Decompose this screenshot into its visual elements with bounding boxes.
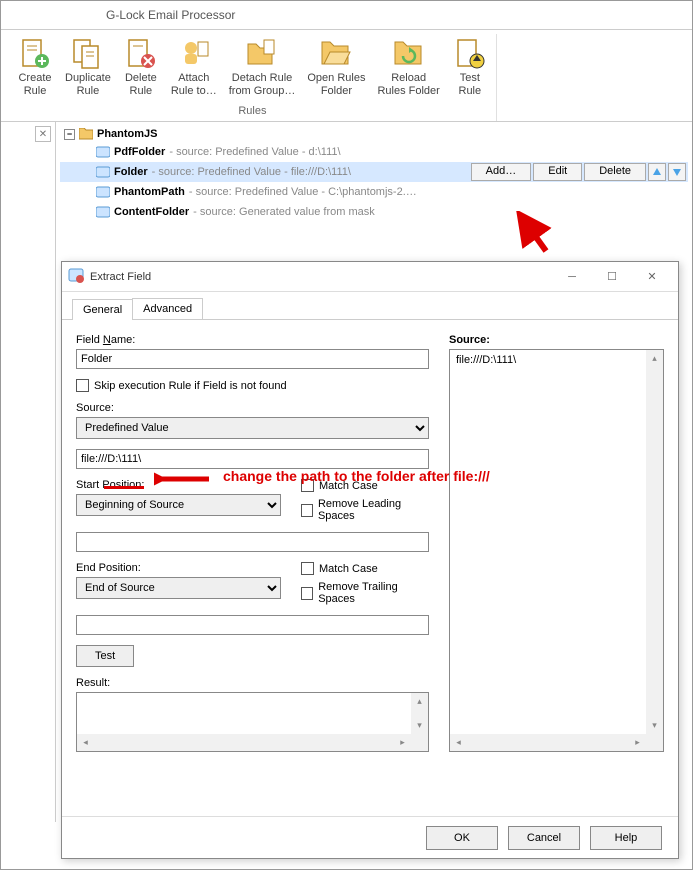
- dialog-right-column: Source: file:///D:\111\ ▴▾ ◂▸: [449, 334, 664, 752]
- end-position-label: End Position:: [76, 562, 281, 574]
- field-icon: [96, 146, 110, 158]
- tree-item-folder[interactable]: Folder - source: Predefined Value - file…: [60, 162, 688, 182]
- tree-item-pdffolder[interactable]: PdfFolder - source: Predefined Value - d…: [60, 142, 688, 162]
- left-panel: ✕: [1, 122, 56, 822]
- end-position-input[interactable]: [76, 615, 429, 635]
- dialog-title: Extract Field: [90, 271, 552, 283]
- skip-execution-checkbox[interactable]: Skip execution Rule if Field is not foun…: [76, 379, 429, 392]
- result-output[interactable]: ▴▾ ◂▸: [76, 692, 429, 752]
- path-input[interactable]: [76, 449, 429, 469]
- tree-item-phantompath[interactable]: PhantomPath - source: Predefined Value -…: [60, 182, 688, 202]
- dialog-body: Field Name: Skip execution Rule if Field…: [62, 320, 678, 766]
- tree-root[interactable]: − PhantomJS: [60, 126, 688, 142]
- test-rule-icon: [454, 38, 486, 70]
- extract-field-dialog: Extract Field ─ ☐ ✕ General Advanced Fie…: [61, 261, 679, 859]
- help-button[interactable]: Help: [590, 826, 662, 850]
- source-panel-label: Source:: [449, 334, 664, 346]
- open-folder-icon: [320, 38, 352, 70]
- dialog-left-column: Field Name: Skip execution Rule if Field…: [76, 334, 429, 752]
- minimize-button[interactable]: ─: [552, 264, 592, 290]
- open-rules-folder-button[interactable]: Open Rules Folder: [301, 34, 371, 103]
- move-up-button[interactable]: [648, 163, 666, 181]
- remove-trailing-checkbox[interactable]: Remove Trailing Spaces: [301, 581, 429, 605]
- source-label: Source:: [76, 402, 429, 414]
- delete-rule-icon: [125, 38, 157, 70]
- match-case-end-checkbox[interactable]: Match Case: [301, 562, 429, 575]
- cancel-button[interactable]: Cancel: [508, 826, 580, 850]
- move-down-button[interactable]: [668, 163, 686, 181]
- detach-rule-button[interactable]: Detach Rule from Group…: [223, 34, 302, 103]
- duplicate-rule-icon: [72, 38, 104, 70]
- duplicate-rule-button[interactable]: Duplicate Rule: [59, 34, 117, 103]
- ribbon-group-label: Rules: [238, 105, 266, 117]
- create-rule-button[interactable]: Create Rule: [11, 34, 59, 103]
- result-label: Result:: [76, 677, 429, 689]
- source-panel-text: file:///D:\111\: [456, 354, 516, 366]
- close-button[interactable]: ✕: [632, 264, 672, 290]
- start-position-label: Start Position:: [76, 479, 281, 491]
- field-icon: [96, 166, 110, 178]
- add-button[interactable]: Add…: [471, 163, 532, 181]
- tree-root-label: PhantomJS: [97, 128, 158, 140]
- collapse-icon[interactable]: −: [64, 129, 75, 140]
- ribbon: Create Rule Duplicate Rule Delete Rule A…: [1, 29, 692, 122]
- remove-leading-checkbox[interactable]: Remove Leading Spaces: [301, 498, 429, 522]
- tab-general[interactable]: General: [72, 299, 133, 320]
- tab-advanced[interactable]: Advanced: [132, 298, 203, 319]
- reload-rules-folder-button[interactable]: Reload Rules Folder: [371, 34, 445, 103]
- field-icon: [96, 186, 110, 198]
- source-select[interactable]: Predefined Value: [76, 417, 429, 439]
- end-position-select[interactable]: End of Source: [76, 577, 281, 599]
- field-icon: [96, 206, 110, 218]
- start-position-input[interactable]: [76, 532, 429, 552]
- test-button[interactable]: Test: [76, 645, 134, 667]
- test-rule-button[interactable]: Test Rule: [446, 34, 494, 103]
- checkbox-icon[interactable]: [76, 379, 89, 392]
- field-name-input[interactable]: [76, 349, 429, 369]
- delete-rule-button[interactable]: Delete Rule: [117, 34, 165, 103]
- ribbon-group-rules: Create Rule Duplicate Rule Delete Rule A…: [9, 34, 497, 121]
- app-titlebar: G-Lock Email Processor: [1, 1, 692, 29]
- start-position-select[interactable]: Beginning of Source: [76, 494, 281, 516]
- close-panel-button[interactable]: ✕: [35, 126, 51, 142]
- field-name-label: Field Name:: [76, 334, 429, 346]
- reload-folder-icon: [393, 38, 425, 70]
- detach-rule-icon: [246, 38, 278, 70]
- create-rule-icon: [19, 38, 51, 70]
- delete-button[interactable]: Delete: [584, 163, 646, 181]
- dialog-titlebar[interactable]: Extract Field ─ ☐ ✕: [62, 262, 678, 292]
- dialog-footer: OK Cancel Help: [62, 816, 678, 858]
- app-title: G-Lock Email Processor: [106, 8, 235, 22]
- folder-icon: [79, 128, 93, 140]
- maximize-button[interactable]: ☐: [592, 264, 632, 290]
- source-panel[interactable]: file:///D:\111\ ▴▾ ◂▸: [449, 349, 664, 752]
- dialog-icon: [68, 267, 84, 286]
- edit-button[interactable]: Edit: [533, 163, 582, 181]
- attach-rule-button[interactable]: Attach Rule to…: [165, 34, 223, 103]
- ok-button[interactable]: OK: [426, 826, 498, 850]
- match-case-start-checkbox[interactable]: Match Case: [301, 479, 429, 492]
- attach-rule-icon: [178, 38, 210, 70]
- tree-item-contentfolder[interactable]: ContentFolder - source: Generated value …: [60, 202, 688, 222]
- dialog-tabstrip: General Advanced: [62, 292, 678, 320]
